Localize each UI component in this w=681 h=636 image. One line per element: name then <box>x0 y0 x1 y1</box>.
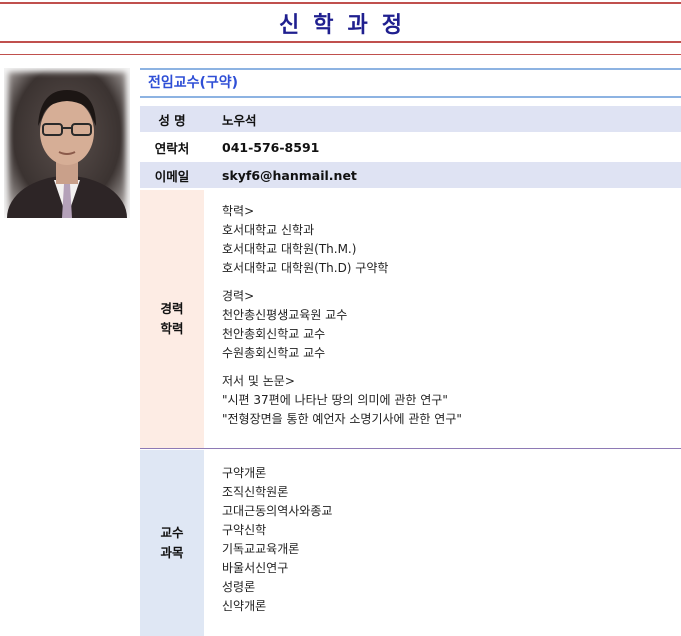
name-row: 성 명 노우석 <box>140 106 681 132</box>
name-label: 성 명 <box>158 112 186 128</box>
experience-group: 경력> 천안총신평생교육원 교수 천안총회신학교 교수 수원총회신학교 교수 <box>222 287 462 363</box>
education-group: 학력> 호서대학교 신학과 호서대학교 대학원(Th.M.) 호서대학교 대학원… <box>222 202 462 278</box>
email-value[interactable]: skyf6@hanmail.net <box>222 162 357 188</box>
course-item: 신약개론 <box>222 599 267 613</box>
list-item: 호서대학교 신학과 <box>222 223 315 237</box>
page-title: 신학과정 <box>279 13 416 38</box>
list-item: "시편 37편에 나타난 땅의 의미에 관한 연구" <box>222 393 448 407</box>
group-heading: 저서 및 논문> <box>222 374 295 388</box>
title-top-rule <box>0 2 681 4</box>
phone-label: 연락처 <box>154 140 190 156</box>
career-body: 학력> 호서대학교 신학과 호서대학교 대학원(Th.M.) 호서대학교 대학원… <box>222 202 462 438</box>
list-item: 호서대학교 대학원(Th.M.) <box>222 242 357 256</box>
career-section: 경력 학력 학력> 호서대학교 신학과 호서대학교 대학원(Th.M.) 호서대… <box>140 190 681 449</box>
career-label-line2: 학력 <box>160 321 184 336</box>
name-value: 노우석 <box>222 112 257 128</box>
course-item: 구약신학 <box>222 523 267 537</box>
group-heading: 학력> <box>222 204 255 218</box>
publications-group: 저서 및 논문> "시편 37편에 나타난 땅의 의미에 관한 연구" "전형장… <box>222 372 462 429</box>
course-item: 구약개론 <box>222 466 267 480</box>
courses-label-line2: 과목 <box>160 545 184 560</box>
list-item: 수원총회신학교 교수 <box>222 346 326 360</box>
email-label: 이메일 <box>154 168 190 184</box>
title-bar: 신학과정 <box>0 0 681 46</box>
phone-row: 연락처 041-576-8591 <box>140 134 681 160</box>
course-item: 성령론 <box>222 580 256 594</box>
section-divider <box>140 448 681 449</box>
header-divider <box>0 54 681 55</box>
section-title: 전임교수(구약) <box>140 68 681 98</box>
course-item: 조직신학원론 <box>222 485 289 499</box>
portrait-image <box>7 90 127 218</box>
courses-section: 교수 과목 구약개론 조직신학원론 고대근동의역사와종교 구약신학 기독교교육개… <box>140 450 681 636</box>
courses-label: 교수 과목 <box>140 450 204 636</box>
email-row: 이메일 skyf6@hanmail.net <box>140 162 681 188</box>
list-item: 천안총회신학교 교수 <box>222 327 326 341</box>
professor-photo <box>4 68 130 218</box>
title-bottom-rule <box>0 41 681 43</box>
group-heading: 경력> <box>222 289 255 303</box>
courses-label-line1: 교수 <box>160 525 184 540</box>
career-label: 경력 학력 <box>140 190 204 448</box>
list-item: 호서대학교 대학원(Th.D) 구약학 <box>222 261 389 275</box>
courses-body: 구약개론 조직신학원론 고대근동의역사와종교 구약신학 기독교교육개론 바울서신… <box>222 464 332 616</box>
course-item: 바울서신연구 <box>222 561 289 575</box>
list-item: 천안총신평생교육원 교수 <box>222 308 348 322</box>
list-item: "전형장면을 통한 예언자 소명기사에 관한 연구" <box>222 412 462 426</box>
phone-value: 041-576-8591 <box>222 139 320 155</box>
career-label-line1: 경력 <box>160 301 184 316</box>
section-title-text: 전임교수(구약) <box>148 75 239 91</box>
course-item: 기독교교육개론 <box>222 542 300 556</box>
course-item: 고대근동의역사와종교 <box>222 504 333 518</box>
